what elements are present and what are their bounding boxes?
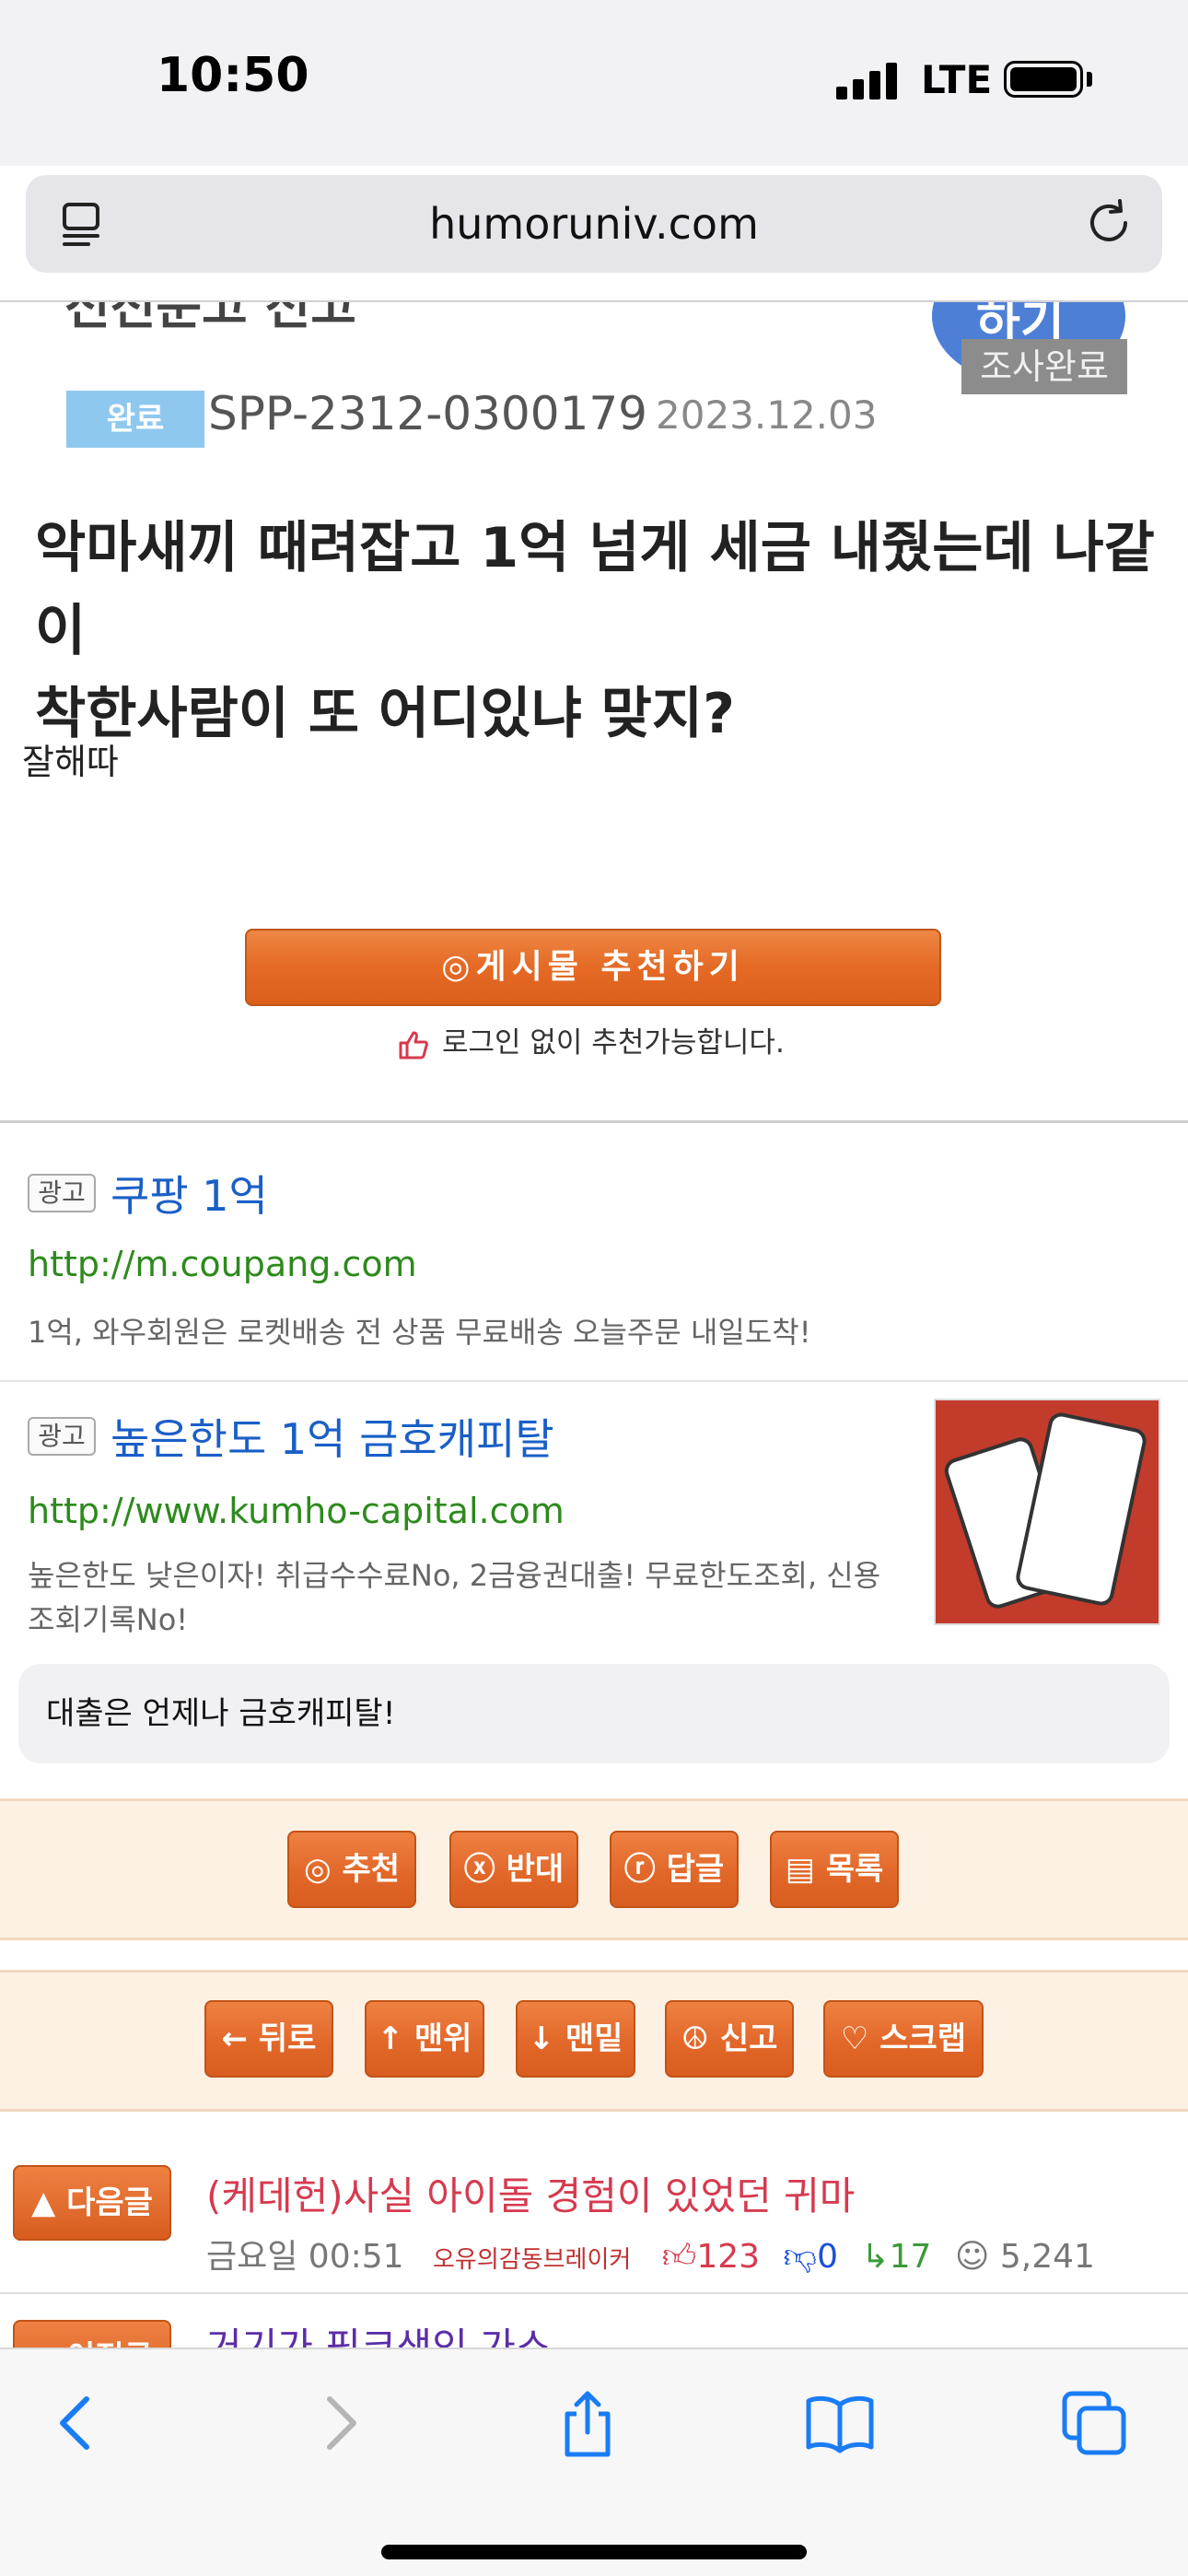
battery-icon [1004, 61, 1083, 98]
bottom-button[interactable]: ↓ 맨밑 [516, 2000, 635, 2078]
ad-url-link[interactable]: http://m.coupang.com [28, 1244, 417, 1284]
prev-post-item[interactable]: ▼ 이전글 거기가 핑크색인 가스 [0, 2316, 1188, 2348]
back-icon[interactable] [42, 2386, 116, 2460]
reply-button[interactable]: ⓡ 답글 [610, 1831, 739, 1908]
ad-description: 높은한도 낮은이자! 취급수수료No, 2금융권대출! 무료한도조회, 신용 조… [28, 1553, 930, 1642]
image-caption-cut: 전전문고 전고 [64, 302, 356, 335]
back-button[interactable]: ← 뒤로 [204, 2000, 333, 2078]
action-bar-2: ← 뒤로 ↑ 맨위 ↓ 맨밑 ☮ 신고 ♡ 스크랩 [0, 1970, 1188, 2112]
prev-post-button[interactable]: ▼ 이전글 [13, 2320, 171, 2348]
ad-description-line: 높은한도 낮은이자! 취급수수료No, 2금융권대출! 무료한도조회, 신용 [28, 1558, 881, 1593]
status-badge: 완료 [66, 391, 204, 448]
recommend-note-text: 로그인 없이 추천가능합니다. [442, 1026, 785, 1060]
post-body: 잘해따 [22, 742, 119, 782]
scrap-button[interactable]: ♡ 스크랩 [823, 2000, 984, 2078]
cellular-signal-icon [836, 63, 899, 100]
list-button[interactable]: ▤ 목록 [770, 1831, 899, 1908]
ad-url-link[interactable]: http://www.kumho-capital.com [28, 1491, 565, 1531]
ad-description-line: 조회기록No! [28, 1602, 189, 1637]
views-icon: ☺ [954, 2238, 990, 2276]
ad-divider [0, 1380, 1188, 1382]
ad-title-link[interactable]: 쿠팡 1억 [111, 1163, 268, 1224]
next-post-title[interactable]: (케데헌)사실 아이돌 경험이 있었던 귀마 [206, 2165, 855, 2221]
downvote-icon: 👎︎ [783, 2238, 818, 2276]
post-headline: 악마새끼 때려잡고 1억 넘게 세금 내줬는데 나같이 착한사람이 또 어디있냐… [35, 507, 1168, 755]
badge-sub: 조사완료 [961, 339, 1127, 394]
share-icon[interactable] [551, 2386, 624, 2460]
phone-illustration [1013, 1410, 1149, 1609]
recommend-post-button[interactable]: ◎게시물 추천하기 [245, 929, 941, 1006]
report-button[interactable]: ☮ 신고 [665, 2000, 794, 2078]
headline-line-2: 착한사람이 또 어디있냐 맞지? [35, 682, 735, 746]
next-post-button[interactable]: ▲ 다음글 [13, 2165, 171, 2241]
ad-image[interactable] [934, 1399, 1160, 1625]
next-post-meta: 금요일 00:51 오유의감동브레이커 👍︎123 👎︎0 ↳17 ☺ 5,24… [206, 2230, 1095, 2277]
ad-description: 1억, 와우회원은 로켓배송 전 상품 무료배송 오늘주문 내일도착! [28, 1315, 811, 1350]
status-bar: 10:50 LTE humoruniv.com [0, 0, 1188, 273]
headline-line-1: 악마새끼 때려잡고 1억 넘게 세금 내줬는데 나같이 [35, 516, 1155, 663]
home-indicator [381, 2545, 807, 2559]
tabs-icon[interactable] [1057, 2386, 1131, 2460]
nav-divider [0, 2292, 1188, 2294]
page-content[interactable]: 전전문고 전고 하기 조사완료 완료 SPP-2312-0300179 2023… [0, 302, 1188, 2348]
upvote-count: 123 [696, 2238, 761, 2276]
top-button[interactable]: ↑ 맨위 [365, 2000, 484, 2078]
recommend-button[interactable]: ◎ 추천 [287, 1831, 416, 1908]
browser-toolbar [0, 2348, 1188, 2576]
ad-title-link[interactable]: 높은한도 1억 금호캐피탈 [111, 1406, 554, 1467]
case-date: 2023.12.03 [656, 392, 878, 438]
view-count: 5,241 [999, 2238, 1095, 2276]
forward-icon[interactable] [300, 2386, 374, 2460]
reply-count: 17 [889, 2238, 932, 2276]
ad-badge: 광고 [28, 1417, 96, 1456]
case-id: SPP-2312-0300179 [208, 387, 647, 440]
prev-post-title[interactable]: 거기가 핑크색인 가스 [206, 2316, 551, 2348]
network-type: LTE [921, 57, 993, 102]
post-time: 금요일 00:51 [206, 2238, 404, 2276]
upvote-count-icon: 👍︎ [661, 2238, 697, 2276]
thumb-up-icon [399, 1031, 428, 1059]
clock: 10:50 [157, 48, 309, 103]
battery-tip [1087, 72, 1092, 87]
reload-icon[interactable] [1083, 197, 1135, 249]
address-bar[interactable]: humoruniv.com [26, 175, 1162, 273]
downvote-count: 0 [817, 2238, 838, 2276]
section-divider [0, 1120, 1188, 1123]
reply-icon: ↳ [861, 2238, 890, 2276]
action-bar-1: ◎ 추천 ⓧ 반대 ⓡ 답글 ▤ 목록 [0, 1798, 1188, 1940]
recommend-note: 로그인 없이 추천가능합니다. [398, 1019, 785, 1060]
ad-badge: 광고 [28, 1174, 96, 1212]
bookmarks-icon[interactable] [803, 2386, 877, 2460]
oppose-button[interactable]: ⓧ 반대 [449, 1831, 578, 1908]
ad-callout[interactable]: 대출은 언제나 금호캐피탈! [18, 1664, 1170, 1763]
post-author[interactable]: 오유의감동브레이커 [433, 2246, 631, 2274]
url-text[interactable]: humoruniv.com [26, 199, 1162, 249]
next-post-item[interactable]: ▲ 다음글 (케데헌)사실 아이돌 경험이 있었던 귀마 금요일 00:51 오… [0, 2145, 1188, 2292]
